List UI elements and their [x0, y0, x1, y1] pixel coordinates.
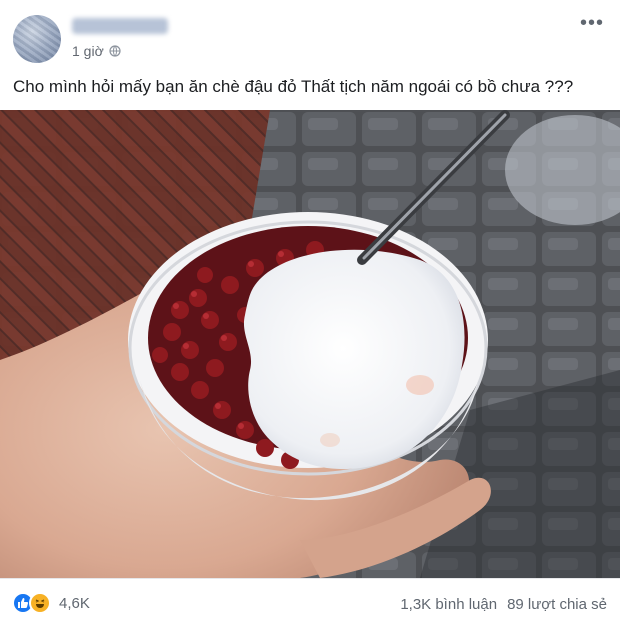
post-time-text: 1 giờ — [72, 43, 104, 59]
post-timestamp[interactable]: 1 giờ — [72, 43, 121, 59]
reaction-count: 4,6K — [59, 594, 90, 612]
post-photo[interactable] — [0, 110, 620, 578]
post-footer: 4,6K 1,3K bình luận 89 lượt chia sẻ — [0, 578, 620, 631]
globe-icon — [109, 45, 121, 57]
more-options-icon[interactable]: ••• — [580, 12, 604, 35]
haha-icon — [29, 592, 51, 614]
post-caption: Cho mình hỏi mấy bạn ăn chè đậu đỏ Thất … — [13, 77, 574, 96]
post-stats: 1,3K bình luận 89 lượt chia sẻ — [400, 596, 607, 613]
author-avatar[interactable] — [13, 15, 61, 63]
facebook-post: 1 giờ ••• Cho mình hỏi mấy bạn ăn chè đậ… — [0, 0, 620, 631]
author-name-blurred[interactable] — [72, 18, 168, 34]
shares-count-link[interactable]: 89 lượt chia sẻ — [507, 596, 607, 613]
reactions-summary[interactable]: 4,6K — [12, 592, 90, 614]
red-bean-dessert-photo — [0, 110, 620, 578]
comments-count-link[interactable]: 1,3K bình luận — [400, 596, 497, 613]
